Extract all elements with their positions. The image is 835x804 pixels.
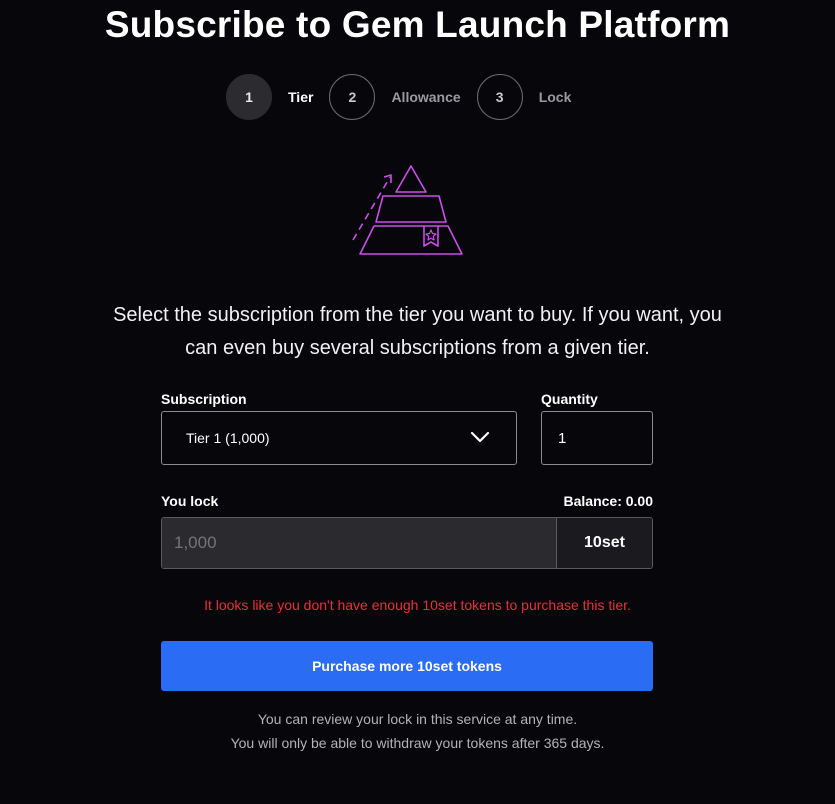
token-symbol: 10set xyxy=(556,518,652,568)
stepper: 1 Tier 2 Allowance 3 Lock xyxy=(226,73,587,121)
error-message: It looks like you don't have enough 10se… xyxy=(204,597,631,613)
subscription-select[interactable]: Tier 1 (1,000) xyxy=(161,411,517,465)
subscription-label: Subscription xyxy=(161,391,247,407)
step-2-label: Allowance xyxy=(391,89,461,105)
description-line-2: can even buy several subscriptions from … xyxy=(185,337,650,359)
step-3-circle[interactable]: 3 xyxy=(476,74,523,120)
pyramid-tier-icon xyxy=(352,165,463,255)
lock-amount-field: 10set xyxy=(161,517,653,569)
description-line-1: Select the subscription from the tier yo… xyxy=(113,304,722,326)
quantity-input[interactable] xyxy=(541,411,653,465)
quantity-label: Quantity xyxy=(541,391,598,407)
chevron-down-icon xyxy=(470,431,490,443)
you-lock-label: You lock xyxy=(161,493,219,509)
purchase-tokens-button[interactable]: Purchase more 10set tokens xyxy=(161,641,653,691)
step-3-label: Lock xyxy=(538,89,572,105)
step-1-label: Tier xyxy=(288,89,314,105)
step-2-circle[interactable]: 2 xyxy=(329,74,376,120)
page-title: Subscribe to Gem Launch Platform xyxy=(104,4,731,45)
description: Select the subscription from the tier yo… xyxy=(30,299,805,365)
subscription-selected-value: Tier 1 (1,000) xyxy=(186,430,270,446)
balance-label: Balance: 0.00 xyxy=(563,493,654,509)
withdraw-note: You will only be able to withdraw your t… xyxy=(230,735,605,751)
lock-amount-input[interactable] xyxy=(162,518,556,568)
review-note: You can review your lock in this service… xyxy=(257,711,578,727)
step-1-circle[interactable]: 1 xyxy=(226,74,272,120)
